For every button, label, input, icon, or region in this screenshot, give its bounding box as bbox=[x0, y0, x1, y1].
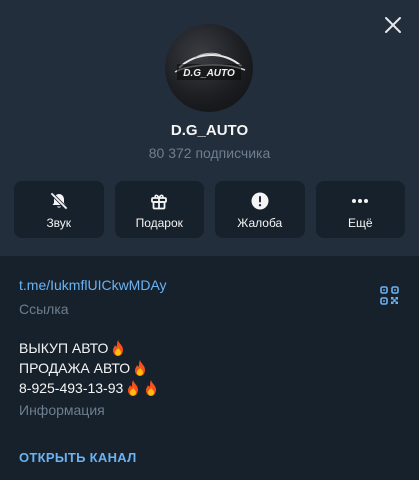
bio-line: ВЫКУП АВТО bbox=[19, 338, 399, 358]
open-channel-button[interactable]: ОТКРЫТЬ КАНАЛ bbox=[19, 450, 137, 465]
bio-line: 8-925-493-13-93 bbox=[19, 378, 399, 398]
link-caption: Ссылка bbox=[19, 301, 69, 317]
mute-button[interactable]: Звук bbox=[14, 181, 104, 238]
bio-text-sale: ПРОДАЖА АВТО bbox=[19, 360, 131, 376]
svg-text:D.G_AUTO: D.G_AUTO bbox=[183, 68, 235, 79]
bio-line: ПРОДАЖА АВТО bbox=[19, 358, 399, 378]
channel-link[interactable]: t.me/IukmflUICkwMDAy bbox=[19, 276, 409, 294]
qr-code-icon[interactable] bbox=[380, 286, 399, 305]
bell-muted-icon bbox=[48, 190, 70, 212]
report-label: Жалоба bbox=[237, 216, 283, 230]
fire-emoji-icon bbox=[113, 340, 124, 356]
fire-emoji-icon bbox=[128, 380, 139, 396]
more-dots-icon bbox=[349, 190, 371, 212]
fire-emoji-icon bbox=[135, 360, 146, 376]
action-bar: Звук Подарок Жалоба Ещё bbox=[14, 181, 405, 238]
fire-emoji-icon bbox=[146, 380, 157, 396]
close-icon[interactable] bbox=[384, 16, 402, 34]
profile-header: D.G_AUTO D.G_AUTO 80 372 подписчика Звук bbox=[0, 0, 419, 256]
avatar[interactable]: D.G_AUTO bbox=[165, 24, 253, 112]
car-logo-icon: D.G_AUTO bbox=[174, 52, 246, 80]
report-button[interactable]: Жалоба bbox=[215, 181, 305, 238]
gift-icon bbox=[148, 190, 170, 212]
more-label: Ещё bbox=[347, 216, 373, 230]
report-icon bbox=[249, 190, 271, 212]
mute-label: Звук bbox=[46, 216, 72, 230]
subscriber-count: 80 372 подписчика bbox=[148, 145, 271, 161]
channel-title: D.G_AUTO bbox=[170, 122, 249, 139]
bio-caption: Информация bbox=[19, 402, 105, 418]
gift-label: Подарок bbox=[135, 216, 183, 230]
link-section: t.me/IukmflUICkwMDAy Ссылка bbox=[19, 276, 409, 318]
gift-button[interactable]: Подарок bbox=[114, 181, 204, 238]
more-button[interactable]: Ещё bbox=[315, 181, 405, 238]
bio-text-buyout: ВЫКУП АВТО bbox=[19, 340, 109, 356]
bio-text-phone[interactable]: 8-925-493-13-93 bbox=[19, 378, 123, 398]
bio-section: ВЫКУП АВТО ПРОДАЖА АВТО 8-925-493-13-93 … bbox=[19, 338, 399, 419]
